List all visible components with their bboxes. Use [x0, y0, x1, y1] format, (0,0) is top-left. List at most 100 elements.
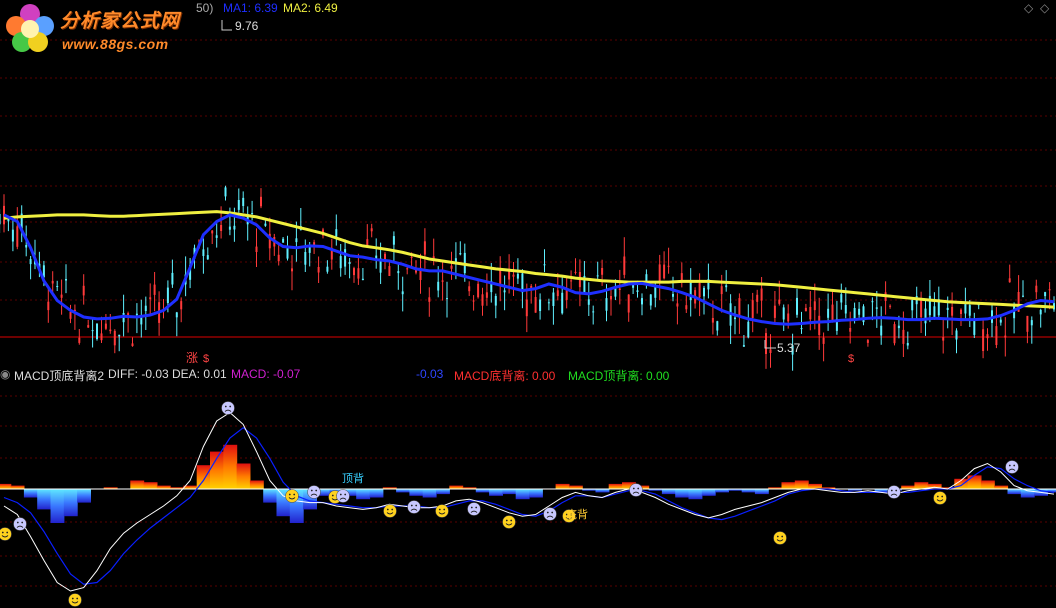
- macd-hist-bar: [901, 485, 916, 489]
- candle-body: [472, 300, 475, 302]
- macd-hist-bar: [475, 489, 490, 493]
- macd-hist-bar: [1007, 489, 1022, 495]
- face-eye: [21, 521, 24, 524]
- candle-body: [344, 249, 347, 267]
- candle-body: [357, 268, 360, 279]
- candle-body: [897, 325, 900, 329]
- candle-body: [370, 228, 373, 232]
- face-eye: [331, 494, 334, 497]
- candle-body: [144, 305, 147, 311]
- candle-body: [255, 246, 258, 252]
- macd-hist-bar: [675, 489, 690, 498]
- candle-body: [982, 329, 985, 351]
- candle-body: [304, 252, 307, 265]
- candle-body: [570, 280, 573, 282]
- candle-body: [866, 340, 869, 343]
- signal-markers: [0, 401, 1019, 607]
- sad-face-icon: [307, 485, 321, 499]
- candle-body: [742, 345, 745, 347]
- candle-body: [100, 333, 103, 341]
- face-circle: [543, 507, 557, 521]
- happy-face-icon: [285, 489, 299, 503]
- candle-body: [264, 223, 267, 226]
- candle-body: [703, 287, 705, 297]
- candle-body: [1022, 295, 1024, 297]
- candle-body: [166, 287, 169, 303]
- candle-body: [968, 305, 971, 316]
- candle-body: [446, 298, 448, 300]
- face-circle: [221, 401, 235, 415]
- candle-body: [920, 299, 923, 318]
- candle-body: [738, 298, 741, 316]
- candle-body: [711, 318, 714, 323]
- sad-face-icon: [467, 502, 481, 516]
- candle-body: [574, 271, 577, 273]
- macd-hist-bar: [529, 489, 543, 498]
- candle-body: [211, 230, 214, 234]
- panel-settings-icon[interactable]: ◉: [0, 367, 10, 381]
- candle-body: [135, 313, 138, 316]
- face-eye: [6, 531, 9, 534]
- face-eye: [288, 493, 291, 496]
- macd-hist-bar: [595, 489, 610, 493]
- candle-body: [171, 272, 174, 285]
- candle-body: [1044, 292, 1047, 297]
- face-eye: [386, 508, 389, 511]
- candle-body: [769, 349, 772, 353]
- candle-body: [999, 319, 1002, 323]
- candle-body: [437, 281, 440, 291]
- candle-body: [237, 200, 240, 210]
- diamond-icon-2[interactable]: ◇: [1040, 1, 1049, 15]
- candle-body: [955, 330, 958, 340]
- face-eye: [315, 489, 318, 492]
- macd-hist-bar: [688, 489, 703, 500]
- candle-body: [206, 255, 209, 260]
- site-logo: 分析家公式网 www.88gs.com: [0, 0, 200, 60]
- happy-face-icon: [68, 593, 82, 607]
- candle-body: [494, 296, 497, 306]
- ma2-line: [3, 210, 1055, 309]
- candle-body: [778, 299, 781, 304]
- macd-hist-bar: [156, 485, 171, 489]
- macd-hist-bar: [23, 489, 38, 498]
- face-circle: [0, 527, 12, 541]
- candle-body: [561, 292, 564, 314]
- candle-body: [353, 268, 355, 276]
- sad-face-icon: [13, 517, 27, 531]
- macd-hist-bar: [37, 489, 52, 510]
- macd-hist-bar: [130, 480, 145, 489]
- macd-hist-bar: [396, 489, 410, 493]
- candle-body: [0, 214, 1, 225]
- face-eye: [410, 504, 413, 507]
- candle-body: [667, 265, 670, 267]
- candle-body: [410, 256, 413, 258]
- candle-body: [756, 294, 759, 302]
- face-eye: [936, 495, 939, 498]
- candle-body: [113, 330, 116, 346]
- candle-body: [844, 305, 847, 314]
- macd-hist-bar: [449, 485, 464, 489]
- face-circle: [307, 485, 321, 499]
- candle-body: [822, 337, 825, 344]
- candle-body: [543, 264, 546, 266]
- candle-body: [760, 288, 763, 301]
- macd-hist-bar: [263, 489, 278, 503]
- stock-chart-canvas[interactable]: 9.76 5.37 涨 $ $ 顶背 底背: [0, 0, 1056, 608]
- dea-line: [3, 427, 1055, 585]
- candle-body: [366, 239, 369, 246]
- logo-title: 分析家公式网: [60, 11, 181, 32]
- candle-body: [911, 300, 914, 311]
- sad-face-icon: [629, 483, 643, 497]
- candle-body: [295, 238, 298, 243]
- macd-hist-bar: [994, 485, 1009, 489]
- face-eye: [344, 493, 347, 496]
- candle-body: [277, 254, 280, 262]
- candle-body: [804, 307, 807, 312]
- candle-body: [858, 308, 861, 315]
- candle-body: [782, 307, 785, 320]
- face-eye: [632, 487, 635, 490]
- candle-body: [260, 196, 262, 207]
- diamond-icon[interactable]: ◇: [1024, 1, 1033, 15]
- candle-body: [552, 292, 555, 306]
- candle-body: [1004, 335, 1007, 338]
